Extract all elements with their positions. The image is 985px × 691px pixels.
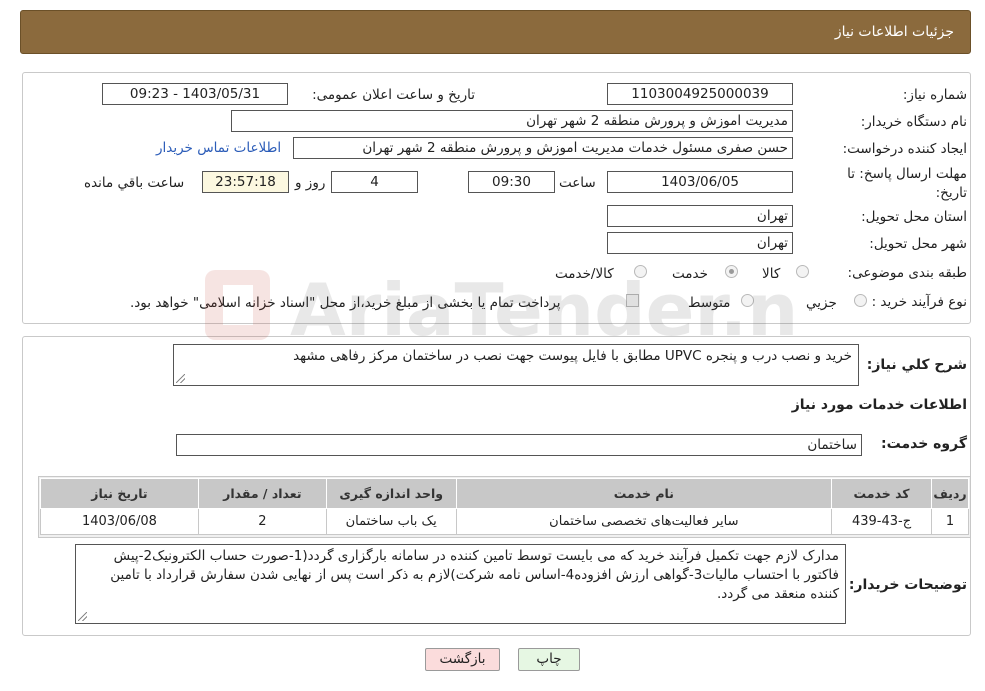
cell-unit: یک باب ساختمان [325,508,457,535]
need-number-field: 1103004925000039 [607,83,793,105]
process-option-minor: جزیي [806,295,837,311]
category-radio-service[interactable] [725,265,738,278]
buyer-contact-link[interactable]: اطلاعات تماس خریدار [156,140,281,156]
category-label: طبقه بندی موضوعی: [847,265,967,281]
province-field: تهران [607,205,793,227]
process-radio-medium[interactable] [741,294,754,307]
buyer-org-label: نام دستگاه خریدار: [860,114,967,130]
col-date: تاریخ نیاز [40,478,199,509]
category-option-goods-service: کالا/خدمت [555,266,614,282]
process-radio-minor[interactable] [854,294,867,307]
buyer-notes-textarea[interactable]: مدارک لازم جهت تکمیل فرآیند خرید که می ب… [75,544,846,624]
category-option-goods: کالا [762,266,781,282]
deadline-label: مهلت ارسال پاسخ: تا تاریخ: [847,166,967,201]
print-button[interactable]: چاپ [518,648,580,671]
summary-label: شرح کلي نیاز: [866,357,967,373]
resize-grip-icon[interactable] [78,612,87,621]
col-row: ردیف [931,478,969,509]
category-option-service: خدمت [672,266,708,282]
buyer-notes-label: توضیحات خریدار: [848,577,967,593]
buyer-notes-text: مدارک لازم جهت تکمیل فرآیند خرید که می ب… [110,548,839,602]
category-radio-goods-service[interactable] [634,265,647,278]
table-header-row: ردیف کد خدمت نام خدمت واحد اندازه گیری ت… [40,478,969,509]
days-field: 4 [331,171,418,193]
need-number-label: شماره نیاز: [902,87,967,103]
col-qty: تعداد / مقدار [197,478,327,509]
service-group-label: گروه خدمت: [881,436,967,452]
process-label: نوع فرآیند خرید : [871,294,967,310]
treasury-checkbox[interactable] [626,294,639,307]
cell-name: سایر فعالیت‌های تخصصی ساختمان [455,508,833,535]
deadline-date-field: 1403/06/05 [607,171,793,193]
col-unit: واحد اندازه گیری [325,478,457,509]
requester-field: حسن صفری مسئول خدمات مدیریت اموزش و پرور… [293,137,793,159]
cell-code: ج-43-439 [831,508,933,535]
requester-label: ایجاد کننده درخواست: [842,141,967,157]
treasury-note: پرداخت تمام یا بخشی از مبلغ خرید،از محل … [130,295,561,311]
province-label: استان محل تحویل: [861,209,967,225]
page-title: جزئیات اطلاعات نیاز [834,24,954,40]
services-section-title: اطلاعات خدمات مورد نیاز [791,397,967,413]
category-radio-goods[interactable] [796,265,809,278]
col-name: نام خدمت [455,478,833,509]
back-button[interactable]: بازگشت [425,648,500,671]
deadline-time-label: ساعت [559,175,596,191]
city-label: شهر محل تحویل: [869,236,967,252]
remaining-label: ساعت باقي مانده [84,175,185,191]
summary-textarea[interactable]: خرید و نصب درب و پنجره UPVC مطابق با فای… [173,344,859,386]
page-header: جزئیات اطلاعات نیاز [20,10,971,54]
days-label: روز و [295,175,326,191]
summary-text: خرید و نصب درب و پنجره UPVC مطابق با فای… [293,348,852,364]
cell-row: 1 [931,508,969,535]
announce-label: تاریخ و ساعت اعلان عمومی: [312,87,475,103]
announce-datetime-field: 1403/05/31 - 09:23 [102,83,288,105]
city-field: تهران [607,232,793,254]
resize-grip-icon[interactable] [176,374,185,383]
process-option-medium: متوسط [688,295,731,311]
services-table: ردیف کد خدمت نام خدمت واحد اندازه گیری ت… [40,478,969,535]
table-row: 1 ج-43-439 سایر فعالیت‌های تخصصی ساختمان… [40,508,969,535]
service-group-field: ساختمان [176,434,862,456]
remaining-time-field: 23:57:18 [202,171,289,193]
deadline-time-field: 09:30 [468,171,555,193]
col-code: کد خدمت [831,478,933,509]
cell-date: 1403/06/08 [40,508,199,535]
buyer-org-field: مدیریت اموزش و پرورش منطقه 2 شهر تهران [231,110,793,132]
cell-qty: 2 [197,508,327,535]
